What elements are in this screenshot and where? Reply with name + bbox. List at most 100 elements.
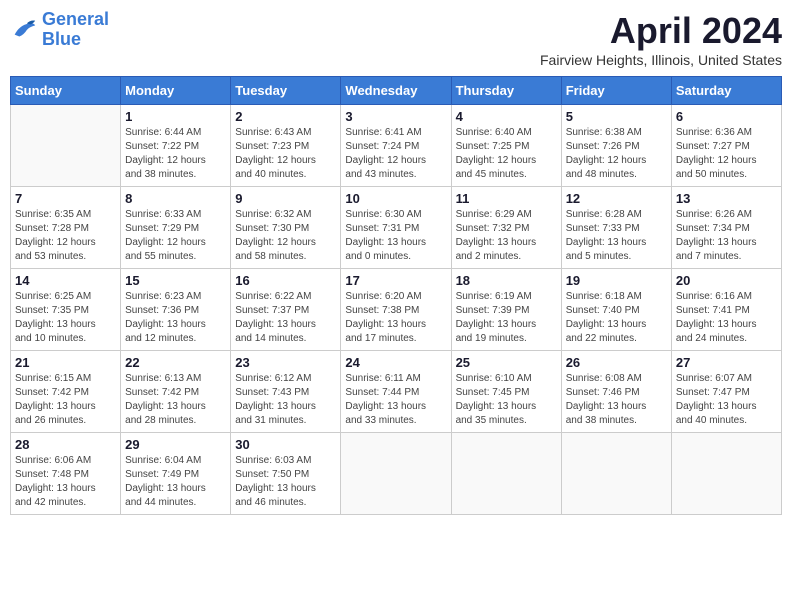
day-number: 25 [456, 355, 557, 370]
calendar-cell: 16 Sunrise: 6:22 AM Sunset: 7:37 PM Dayli… [231, 269, 341, 351]
day-info: Sunrise: 6:33 AM Sunset: 7:29 PM Dayligh… [125, 208, 226, 264]
day-number: 11 [456, 191, 557, 206]
weekday-header: Tuesday [231, 77, 341, 105]
day-number: 15 [125, 273, 226, 288]
calendar-cell: 5Sunrise: 6:38 AM Sunset: 7:26 PM Daylig… [561, 105, 671, 187]
day-info: Sunrise: 6:08 AM Sunset: 7:46 PM Dayligh… [566, 372, 667, 428]
weekday-header: Sunday [11, 77, 121, 105]
calendar-week-row: 7Sunrise: 6:35 AM Sunset: 7:28 PM Daylig… [11, 187, 782, 269]
day-number: 17 [345, 273, 446, 288]
day-info: Sunrise: 6:25 AM Sunset: 7:35 PM Dayligh… [15, 290, 116, 346]
day-info: Sunrise: 6:12 AM Sunset: 7:43 PM Dayligh… [235, 372, 336, 428]
day-number: 27 [676, 355, 777, 370]
day-info: Sunrise: 6:26 AM Sunset: 7:34 PM Dayligh… [676, 208, 777, 264]
day-number: 30 [235, 437, 336, 452]
calendar-cell: 13 Sunrise: 6:26 AM Sunset: 7:34 PM Dayli… [671, 187, 781, 269]
calendar-cell: 18 Sunrise: 6:19 AM Sunset: 7:39 PM Dayli… [451, 269, 561, 351]
day-number: 13 [676, 191, 777, 206]
calendar-cell: 23 Sunrise: 6:12 AM Sunset: 7:43 PM Dayli… [231, 351, 341, 433]
calendar-cell: 17Sunrise: 6:20 AM Sunset: 7:38 PM Dayli… [341, 269, 451, 351]
day-number: 28 [15, 437, 116, 452]
calendar-cell: 6 Sunrise: 6:36 AM Sunset: 7:27 PM Daylig… [671, 105, 781, 187]
calendar-cell: 15 Sunrise: 6:23 AM Sunset: 7:36 PM Dayli… [121, 269, 231, 351]
day-info: Sunrise: 6:35 AM Sunset: 7:28 PM Dayligh… [15, 208, 116, 264]
calendar-cell: 30 Sunrise: 6:03 AM Sunset: 7:50 PM Dayli… [231, 433, 341, 515]
day-number: 21 [15, 355, 116, 370]
day-info: Sunrise: 6:40 AM Sunset: 7:25 PM Dayligh… [456, 126, 557, 182]
calendar-cell: 8Sunrise: 6:33 AM Sunset: 7:29 PM Daylig… [121, 187, 231, 269]
day-info: Sunrise: 6:19 AM Sunset: 7:39 PM Dayligh… [456, 290, 557, 346]
calendar-week-row: 1 Sunrise: 6:44 AM Sunset: 7:22 PM Daylig… [11, 105, 782, 187]
calendar-cell: 11 Sunrise: 6:29 AM Sunset: 7:32 PM Dayli… [451, 187, 561, 269]
calendar-cell [561, 433, 671, 515]
location-subtitle: Fairview Heights, Illinois, United State… [540, 52, 782, 68]
calendar-cell: 19Sunrise: 6:18 AM Sunset: 7:40 PM Dayli… [561, 269, 671, 351]
weekday-header: Friday [561, 77, 671, 105]
calendar-cell [11, 105, 121, 187]
calendar-cell: 3 Sunrise: 6:41 AM Sunset: 7:24 PM Daylig… [341, 105, 451, 187]
page-header: GeneralBlue April 2024 Fairview Heights,… [10, 10, 782, 68]
day-info: Sunrise: 6:43 AM Sunset: 7:23 PM Dayligh… [235, 126, 336, 182]
calendar-header-row: SundayMondayTuesdayWednesdayThursdayFrid… [11, 77, 782, 105]
calendar-cell: 4 Sunrise: 6:40 AM Sunset: 7:25 PM Daylig… [451, 105, 561, 187]
weekday-header: Wednesday [341, 77, 451, 105]
calendar-cell: 12 Sunrise: 6:28 AM Sunset: 7:33 PM Dayli… [561, 187, 671, 269]
calendar-cell: 10 Sunrise: 6:30 AM Sunset: 7:31 PM Dayli… [341, 187, 451, 269]
calendar-cell: 29 Sunrise: 6:04 AM Sunset: 7:49 PM Dayli… [121, 433, 231, 515]
day-number: 16 [235, 273, 336, 288]
calendar-cell [671, 433, 781, 515]
calendar-title: April 2024 [540, 10, 782, 52]
title-block: April 2024 Fairview Heights, Illinois, U… [540, 10, 782, 68]
weekday-header: Monday [121, 77, 231, 105]
day-info: Sunrise: 6:44 AM Sunset: 7:22 PM Dayligh… [125, 126, 226, 182]
day-number: 29 [125, 437, 226, 452]
calendar-cell: 1 Sunrise: 6:44 AM Sunset: 7:22 PM Daylig… [121, 105, 231, 187]
day-number: 20 [676, 273, 777, 288]
calendar-table: SundayMondayTuesdayWednesdayThursdayFrid… [10, 76, 782, 515]
calendar-cell: 9Sunrise: 6:32 AM Sunset: 7:30 PM Daylig… [231, 187, 341, 269]
calendar-cell [451, 433, 561, 515]
day-number: 26 [566, 355, 667, 370]
day-info: Sunrise: 6:23 AM Sunset: 7:36 PM Dayligh… [125, 290, 226, 346]
day-info: Sunrise: 6:04 AM Sunset: 7:49 PM Dayligh… [125, 454, 226, 510]
day-number: 23 [235, 355, 336, 370]
calendar-cell: 27 Sunrise: 6:07 AM Sunset: 7:47 PM Dayli… [671, 351, 781, 433]
day-number: 19 [566, 273, 667, 288]
day-number: 18 [456, 273, 557, 288]
day-number: 12 [566, 191, 667, 206]
day-number: 1 [125, 109, 226, 124]
day-number: 6 [676, 109, 777, 124]
day-info: Sunrise: 6:07 AM Sunset: 7:47 PM Dayligh… [676, 372, 777, 428]
day-number: 22 [125, 355, 226, 370]
day-info: Sunrise: 6:36 AM Sunset: 7:27 PM Dayligh… [676, 126, 777, 182]
day-info: Sunrise: 6:15 AM Sunset: 7:42 PM Dayligh… [15, 372, 116, 428]
calendar-cell: 7Sunrise: 6:35 AM Sunset: 7:28 PM Daylig… [11, 187, 121, 269]
day-number: 4 [456, 109, 557, 124]
day-number: 14 [15, 273, 116, 288]
day-info: Sunrise: 6:11 AM Sunset: 7:44 PM Dayligh… [345, 372, 446, 428]
day-info: Sunrise: 6:13 AM Sunset: 7:42 PM Dayligh… [125, 372, 226, 428]
day-info: Sunrise: 6:16 AM Sunset: 7:41 PM Dayligh… [676, 290, 777, 346]
day-info: Sunrise: 6:38 AM Sunset: 7:26 PM Dayligh… [566, 126, 667, 182]
logo-text: GeneralBlue [42, 10, 109, 50]
calendar-week-row: 14 Sunrise: 6:25 AM Sunset: 7:35 PM Dayli… [11, 269, 782, 351]
calendar-week-row: 21 Sunrise: 6:15 AM Sunset: 7:42 PM Dayli… [11, 351, 782, 433]
day-number: 10 [345, 191, 446, 206]
calendar-cell: 25 Sunrise: 6:10 AM Sunset: 7:45 PM Dayli… [451, 351, 561, 433]
calendar-cell: 28 Sunrise: 6:06 AM Sunset: 7:48 PM Dayli… [11, 433, 121, 515]
day-number: 9 [235, 191, 336, 206]
day-info: Sunrise: 6:29 AM Sunset: 7:32 PM Dayligh… [456, 208, 557, 264]
day-info: Sunrise: 6:22 AM Sunset: 7:37 PM Dayligh… [235, 290, 336, 346]
day-info: Sunrise: 6:03 AM Sunset: 7:50 PM Dayligh… [235, 454, 336, 510]
day-number: 3 [345, 109, 446, 124]
weekday-header: Thursday [451, 77, 561, 105]
day-info: Sunrise: 6:41 AM Sunset: 7:24 PM Dayligh… [345, 126, 446, 182]
calendar-cell: 26 Sunrise: 6:08 AM Sunset: 7:46 PM Dayli… [561, 351, 671, 433]
calendar-cell: 21 Sunrise: 6:15 AM Sunset: 7:42 PM Dayli… [11, 351, 121, 433]
logo: GeneralBlue [10, 10, 109, 50]
day-info: Sunrise: 6:06 AM Sunset: 7:48 PM Dayligh… [15, 454, 116, 510]
calendar-cell: 20 Sunrise: 6:16 AM Sunset: 7:41 PM Dayli… [671, 269, 781, 351]
day-info: Sunrise: 6:28 AM Sunset: 7:33 PM Dayligh… [566, 208, 667, 264]
day-info: Sunrise: 6:30 AM Sunset: 7:31 PM Dayligh… [345, 208, 446, 264]
day-info: Sunrise: 6:10 AM Sunset: 7:45 PM Dayligh… [456, 372, 557, 428]
